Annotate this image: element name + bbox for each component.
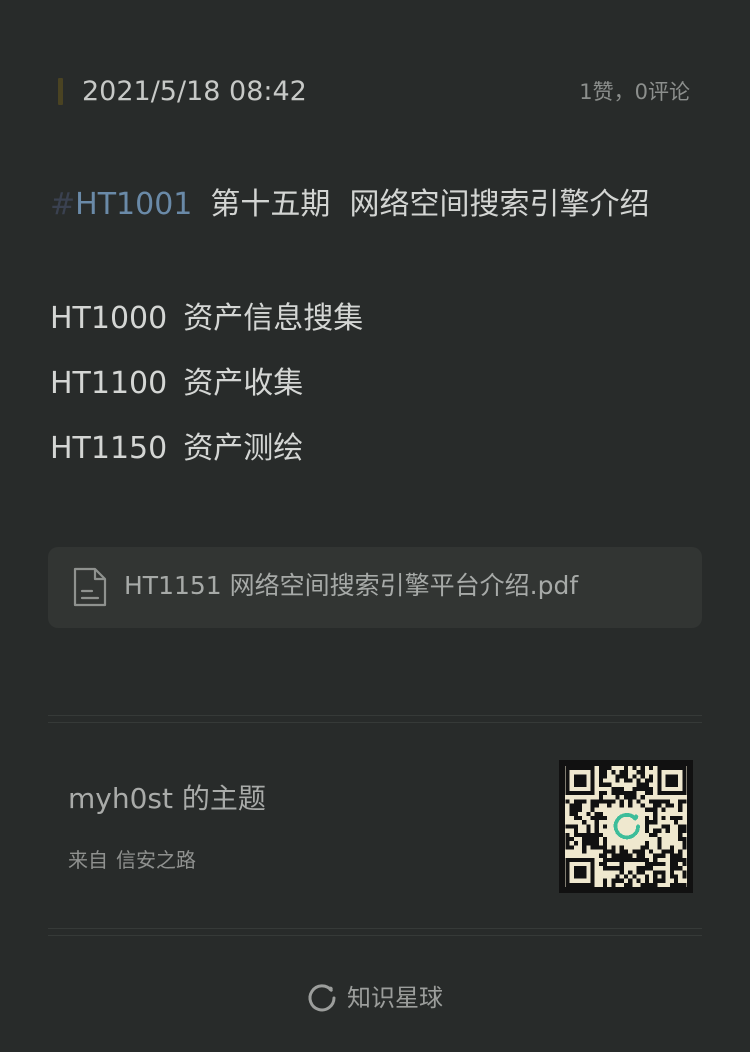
author-source: 来自 信安之路 — [68, 846, 196, 874]
author-topic-title[interactable]: myh0st 的主题 — [68, 780, 266, 818]
list-item: HT1150 资产测绘 — [50, 428, 363, 470]
qr-code — [559, 760, 693, 893]
post-timestamp: 2021/5/18 08:42 — [82, 76, 307, 107]
divider — [48, 928, 702, 929]
post-stats[interactable]: 1赞，0评论 — [579, 78, 690, 106]
qr-code-background — [565, 766, 687, 887]
divider — [48, 935, 702, 936]
item-code: HT1150 — [50, 431, 168, 466]
planet-logo-icon — [308, 984, 336, 1012]
source-name[interactable]: 信安之路 — [116, 848, 196, 872]
document-icon — [73, 567, 107, 607]
item-text: 资产信息搜集 — [183, 301, 364, 336]
attachment-filename: HT1151 网络空间搜索引擎平台介绍.pdf — [124, 571, 579, 600]
qr-code-pattern — [565, 766, 687, 887]
header-accent-bar — [58, 78, 63, 105]
item-code: HT1000 — [50, 301, 168, 336]
item-text: 资产测绘 — [183, 431, 304, 466]
divider — [48, 722, 702, 723]
hashtag-symbol: # — [50, 187, 76, 222]
item-code: HT1100 — [50, 366, 168, 401]
hashtag-link[interactable]: HT1001 — [75, 187, 192, 222]
divider — [48, 715, 702, 716]
list-item: HT1100 资产收集 — [50, 363, 363, 405]
attachment-card[interactable]: HT1151 网络空间搜索引擎平台介绍.pdf — [48, 547, 702, 628]
footer-brand: 知识星球 — [0, 980, 750, 1016]
source-prefix: 来自 — [68, 848, 108, 872]
footer-brand-label: 知识星球 — [347, 984, 443, 1012]
post-title-text: 第十五期 网络空间搜索引擎介绍 — [210, 187, 650, 222]
post-body-list: HT1000 资产信息搜集 HT1100 资产收集 HT1150 资产测绘 — [50, 298, 363, 493]
item-text: 资产收集 — [183, 366, 304, 401]
post-title: #HT1001 第十五期 网络空间搜索引擎介绍 — [50, 184, 649, 226]
list-item: HT1000 资产信息搜集 — [50, 298, 363, 340]
